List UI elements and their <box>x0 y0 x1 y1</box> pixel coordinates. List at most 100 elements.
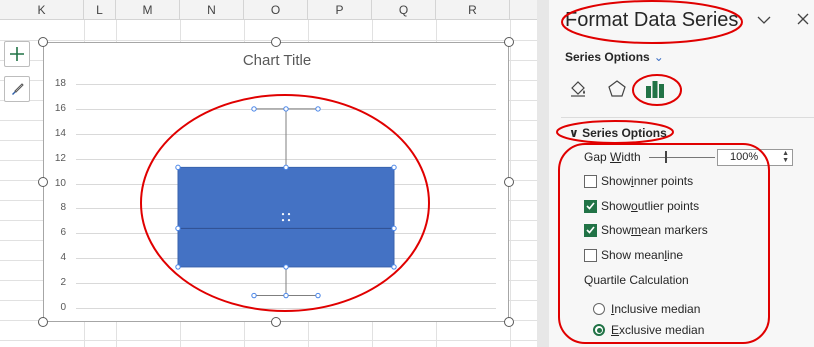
radio-label-part: xclusive median <box>619 323 705 337</box>
add-chart-element-button[interactable] <box>4 41 30 67</box>
show-mean-markers-option[interactable]: Show m ean markers <box>584 223 708 237</box>
selection-point[interactable] <box>251 106 257 112</box>
option-label-part: nner points <box>633 174 694 188</box>
drag-marker-dot[interactable] <box>287 219 291 222</box>
exclusive-median-radio[interactable] <box>593 324 605 336</box>
radio-label-part: nclusive median <box>614 302 701 316</box>
worksheet[interactable]: K L M N O P Q R Chart Title 0 2 4 6 8 10 12 14 1… <box>0 0 537 347</box>
pane-splitter[interactable] <box>537 0 549 347</box>
selection-point[interactable] <box>315 106 321 112</box>
show-mean-markers-checkbox[interactable] <box>584 223 597 237</box>
selection-point[interactable] <box>283 164 289 171</box>
show-inner-points-option[interactable]: Show i nner points <box>584 174 693 188</box>
radio-label-accel: E <box>611 323 620 337</box>
column-header-l[interactable]: L <box>84 0 116 20</box>
selection-point[interactable] <box>251 292 257 299</box>
option-label-part: Show <box>601 174 632 188</box>
option-label-accel: m <box>631 223 642 237</box>
gridline <box>0 340 537 341</box>
selection-point[interactable] <box>391 225 397 232</box>
resize-handle-bottom-right[interactable] <box>504 317 514 327</box>
fill-line-icon <box>571 81 585 97</box>
box-iqr[interactable] <box>177 166 395 268</box>
resize-handle-left[interactable] <box>38 177 48 187</box>
selection-point[interactable] <box>175 164 181 171</box>
gap-width-spinner[interactable]: ▲ ▼ <box>782 150 789 164</box>
drag-marker-dot[interactable] <box>281 219 285 222</box>
box-plot[interactable] <box>44 43 510 323</box>
show-inner-points-checkbox[interactable] <box>584 174 597 188</box>
inclusive-median-radio[interactable] <box>593 303 605 315</box>
series-options-section-header[interactable]: ∨ Series Options <box>569 126 667 140</box>
series-options-section-label: Series Options <box>582 126 667 140</box>
gap-width-input[interactable]: 100% ▲ ▼ <box>717 149 793 166</box>
option-label-part: ine <box>667 248 684 262</box>
gap-width-label: Gap Width <box>584 150 641 164</box>
show-mean-line-checkbox[interactable] <box>584 248 597 262</box>
drag-marker-dot[interactable] <box>281 213 285 216</box>
resize-handle-right[interactable] <box>504 177 514 187</box>
pane-title: Format Data Series <box>565 9 739 31</box>
pane-separator <box>561 117 814 118</box>
column-header-r[interactable]: R <box>436 0 510 20</box>
selection-point[interactable] <box>175 264 181 270</box>
selection-point[interactable] <box>175 225 181 232</box>
tab-series-options[interactable] <box>642 76 668 102</box>
show-outlier-points-option[interactable]: Show o utlier points <box>584 199 699 213</box>
inclusive-median-option[interactable]: Inclusive median <box>593 302 700 316</box>
selection-point[interactable] <box>283 292 289 299</box>
pane-options-button[interactable] <box>757 12 771 28</box>
column-header-q[interactable]: Q <box>372 0 436 20</box>
exclusive-median-option[interactable]: Exclusive median <box>593 323 704 337</box>
option-label-part: Show mean <box>601 248 665 262</box>
tab-fill-line[interactable] <box>565 76 591 102</box>
show-mean-line-option[interactable]: Show mean l ine <box>584 248 683 262</box>
resize-handle-top[interactable] <box>271 37 281 47</box>
chart-area[interactable]: Chart Title 0 2 4 6 8 10 12 14 16 18 <box>43 42 509 322</box>
selection-point[interactable] <box>283 106 289 112</box>
checkmark-icon <box>586 202 595 210</box>
effects-icon <box>608 80 626 97</box>
gap-width-value: 100% <box>730 151 759 163</box>
column-header-p[interactable]: P <box>308 0 372 20</box>
spin-down-icon[interactable]: ▼ <box>782 157 789 164</box>
selection-point[interactable] <box>315 292 321 299</box>
column-header-n[interactable]: N <box>180 0 244 20</box>
series-options-menu-label: Series Options <box>565 50 650 64</box>
gap-width-slider-thumb[interactable] <box>665 151 667 163</box>
column-header-m[interactable]: M <box>116 0 180 20</box>
option-label-part: Show <box>601 199 632 213</box>
chevron-down-icon: ∨ <box>569 126 579 140</box>
chart-styles-button[interactable] <box>4 76 30 102</box>
drag-marker-dot[interactable] <box>287 213 291 216</box>
selection-point[interactable] <box>283 264 289 270</box>
gap-width-slider[interactable] <box>649 157 715 158</box>
close-pane-button[interactable] <box>797 12 809 28</box>
gridline <box>0 40 537 41</box>
format-data-series-pane: Format Data Series Series Options ⌄ ∨ Ser… <box>549 0 814 347</box>
column-header-k[interactable]: K <box>0 0 84 20</box>
option-label-part: utlier points <box>637 199 700 213</box>
close-icon <box>797 13 809 25</box>
spin-up-icon[interactable]: ▲ <box>782 150 789 157</box>
chevron-down-icon: ⌄ <box>653 50 664 64</box>
resize-handle-bottom[interactable] <box>271 317 281 327</box>
column-header-bar: K L M N O P Q R <box>0 0 537 20</box>
show-outlier-points-checkbox[interactable] <box>584 199 597 213</box>
resize-handle-top-left[interactable] <box>38 37 48 47</box>
selection-point[interactable] <box>391 264 397 270</box>
resize-handle-bottom-left[interactable] <box>38 317 48 327</box>
resize-handle-top-right[interactable] <box>504 37 514 47</box>
option-label-accel: o <box>631 199 638 213</box>
series-options-menu[interactable]: Series Options ⌄ <box>565 50 664 64</box>
column-header-o[interactable]: O <box>244 0 308 20</box>
gap-width-label-accel: W <box>610 150 622 164</box>
selection-point[interactable] <box>391 164 397 171</box>
tab-effects[interactable] <box>604 76 630 102</box>
option-label-part: ean markers <box>641 223 708 237</box>
option-label-part: Show <box>601 223 632 237</box>
chevron-down-icon <box>757 16 771 24</box>
checkmark-icon <box>586 226 595 234</box>
quartile-calculation-label: Quartile Calculation <box>584 273 689 287</box>
series-options-icon <box>646 81 664 98</box>
